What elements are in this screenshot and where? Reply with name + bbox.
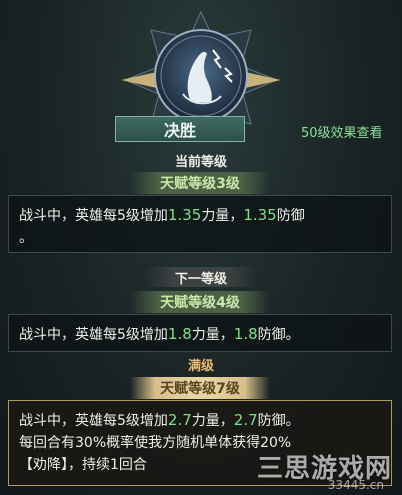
next-level-tab: 天赋等级4级 <box>130 291 270 313</box>
attack-value: 2.7 <box>167 411 192 429</box>
text-segment: 防御。 <box>257 327 300 343</box>
max-level-heading: 满级 <box>187 359 214 374</box>
text-segment: 力量， <box>191 413 234 429</box>
current-level-tab: 天赋等级3级 <box>130 172 270 194</box>
defense-value: 1.8 <box>233 325 258 343</box>
attack-value: 1.35 <box>167 206 202 224</box>
text-segment: 防御 <box>276 208 305 224</box>
attack-value: 1.8 <box>167 325 192 343</box>
current-level-description: 战斗中，英雄每5级增加1.35力量，1.35防御 。 <box>8 195 392 253</box>
next-level-tab-label: 天赋等级4级 <box>160 295 240 311</box>
text-segment: 。 <box>19 230 33 246</box>
defense-value: 2.7 <box>233 411 258 429</box>
current-level-tab-label: 天赋等级3级 <box>160 176 240 192</box>
text-segment: 战斗中，英雄每5级增加 <box>19 208 168 224</box>
site-watermark-url: 33445.cn <box>327 478 384 492</box>
defense-value: 1.35 <box>243 206 277 224</box>
skill-emblem <box>121 10 281 128</box>
text-segment: 每回合有30%概率使我方随机单体获得20% <box>19 435 292 451</box>
text-segment: 力量， <box>191 327 234 343</box>
current-level-heading: 当前等级 <box>174 155 227 170</box>
lightning-skill-icon <box>121 10 281 128</box>
next-level-heading-label: 下一等级 <box>174 271 227 287</box>
text-segment: 战斗中，英雄每5级增加 <box>19 327 168 343</box>
max-level-tab-label: 天赋等级7级 <box>160 381 240 397</box>
next-level-description: 战斗中，英雄每5级增加1.8力量，1.8防御。 <box>8 314 392 352</box>
max-level-tab: 天赋等级7级 <box>130 377 270 399</box>
text-segment: 防御。 <box>257 413 300 429</box>
text-segment: 【劝降】，持续1回合 <box>19 457 147 473</box>
skill-title-banner: 决胜 <box>115 116 245 142</box>
view-level50-effect-link[interactable]: 50级效果查看 <box>301 122 383 141</box>
next-level-heading: 下一等级 <box>145 267 257 287</box>
text-segment: 力量， <box>201 208 244 224</box>
skill-name: 决胜 <box>163 121 196 140</box>
text-segment: 战斗中，英雄每5级增加 <box>19 413 168 429</box>
